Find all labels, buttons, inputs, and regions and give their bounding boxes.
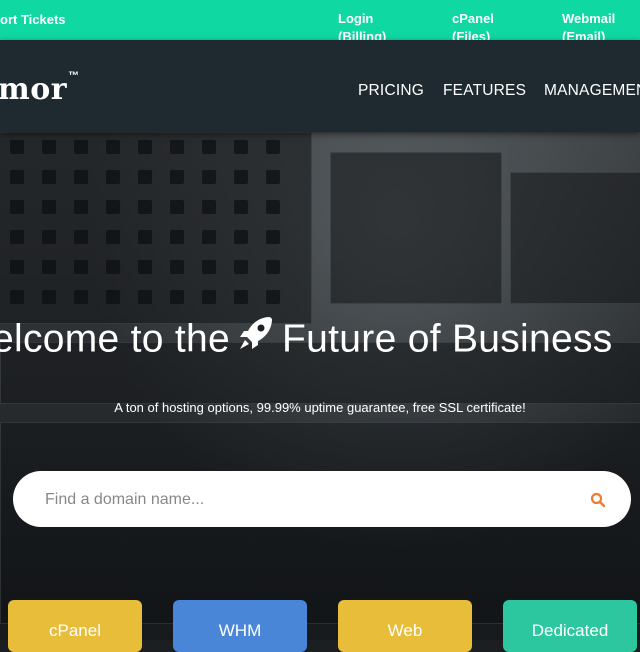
trademark-symbol: ™ (68, 70, 80, 82)
headline-left-text: elcome to the (0, 317, 231, 361)
nav-features[interactable]: FEATURES (443, 82, 526, 100)
server-panel-hole (106, 290, 120, 304)
server-panel-hole (266, 230, 280, 244)
server-panel-hole (74, 140, 88, 154)
server-panel-hole (266, 170, 280, 184)
product-cards: cPanel WHM Web Dedicated (0, 600, 640, 652)
server-panel-hole (42, 260, 56, 274)
server-panel-hole (138, 290, 152, 304)
top-utility-bar: ort Tickets Login (Billing) cPanel (File… (0, 0, 640, 40)
login-billing-link[interactable]: Login (Billing) (338, 10, 386, 40)
server-panel-hole (266, 260, 280, 274)
cpanel-label: cPanel (452, 11, 494, 26)
card-dedicated[interactable]: Dedicated (503, 600, 637, 652)
webmail-label: Webmail (562, 11, 616, 26)
server-panel-hole (170, 230, 184, 244)
server-panel-hole (202, 260, 216, 274)
main-navbar: mor™ PRICING FEATURES MANAGEMENT (0, 40, 640, 132)
server-panel-hole (234, 230, 248, 244)
card-web[interactable]: Web (338, 600, 472, 652)
headline-right-text: Future of Business (282, 317, 613, 361)
server-panel-hole (234, 200, 248, 214)
server-panel-hole (138, 170, 152, 184)
server-panel-hole (74, 230, 88, 244)
server-panel-hole (266, 290, 280, 304)
login-sub-label: (Billing) (338, 29, 387, 40)
domain-search-bar (13, 471, 631, 529)
server-panel-hole (106, 170, 120, 184)
nav-management[interactable]: MANAGEMENT (544, 82, 640, 100)
server-panel-hole (202, 200, 216, 214)
domain-search-input[interactable] (43, 471, 567, 529)
card-label: WHM (218, 621, 262, 640)
server-panel-hole (106, 200, 120, 214)
server-panel-hole (42, 200, 56, 214)
server-panel-hole (106, 140, 120, 154)
server-panel-hole (202, 140, 216, 154)
server-panel-hole (138, 140, 152, 154)
nav-pricing[interactable]: PRICING (358, 82, 424, 100)
server-panel-hole (42, 140, 56, 154)
server-panel-hole (170, 170, 184, 184)
server-panel-hole (138, 260, 152, 274)
server-panel-hole (234, 140, 248, 154)
server-panel-hole (42, 290, 56, 304)
server-rack-background (510, 172, 640, 304)
server-panel-hole (202, 230, 216, 244)
hero-tagline: A ton of hosting options, 99.99% uptime … (114, 400, 526, 415)
site-logo[interactable]: mor™ (0, 70, 80, 107)
server-panel-hole (202, 290, 216, 304)
server-panel-hole (106, 260, 120, 274)
card-whm[interactable]: WHM (173, 600, 307, 652)
server-panel-hole (42, 170, 56, 184)
server-panel-hole (10, 200, 24, 214)
server-panel-hole (234, 290, 248, 304)
server-panel-hole (74, 170, 88, 184)
server-panel-hole (10, 290, 24, 304)
server-panel-hole (170, 290, 184, 304)
hero-section (0, 132, 640, 640)
server-panel-hole (74, 260, 88, 274)
server-rack-background (330, 152, 502, 304)
hero-headline: elcome to the Future of Business (0, 313, 613, 369)
server-panel-hole (266, 140, 280, 154)
server-panel-hole (234, 260, 248, 274)
server-panel-hole (266, 200, 280, 214)
server-panel-hole (202, 170, 216, 184)
cpanel-sub-label: (Files) (452, 29, 491, 40)
card-cpanel[interactable]: cPanel (8, 600, 142, 652)
server-panel-hole (234, 170, 248, 184)
card-label: Web (387, 621, 423, 640)
rocket-icon (236, 313, 276, 363)
server-panel-hole (170, 260, 184, 274)
cpanel-files-link[interactable]: cPanel (Files) (452, 10, 494, 40)
server-panel-hole (106, 230, 120, 244)
card-label: Dedicated (531, 621, 609, 640)
webmail-email-link[interactable]: Webmail (Email) (562, 10, 615, 40)
server-panel-hole (170, 140, 184, 154)
logo-text: mor (0, 72, 68, 107)
card-label: cPanel (49, 621, 101, 640)
server-panel-hole (170, 200, 184, 214)
search-icon[interactable] (590, 492, 606, 508)
webmail-sub-label: (Email) (562, 29, 606, 40)
server-panel-hole (10, 140, 24, 154)
login-label: Login (338, 11, 374, 26)
server-panel-hole (74, 290, 88, 304)
support-tickets-link[interactable]: ort Tickets (0, 11, 66, 29)
server-panel-hole (138, 230, 152, 244)
server-panel-hole (138, 200, 152, 214)
server-panel-hole (42, 230, 56, 244)
server-panel-hole (10, 170, 24, 184)
server-panel-hole (10, 260, 24, 274)
server-panel-hole (10, 230, 24, 244)
server-panel-hole (74, 200, 88, 214)
